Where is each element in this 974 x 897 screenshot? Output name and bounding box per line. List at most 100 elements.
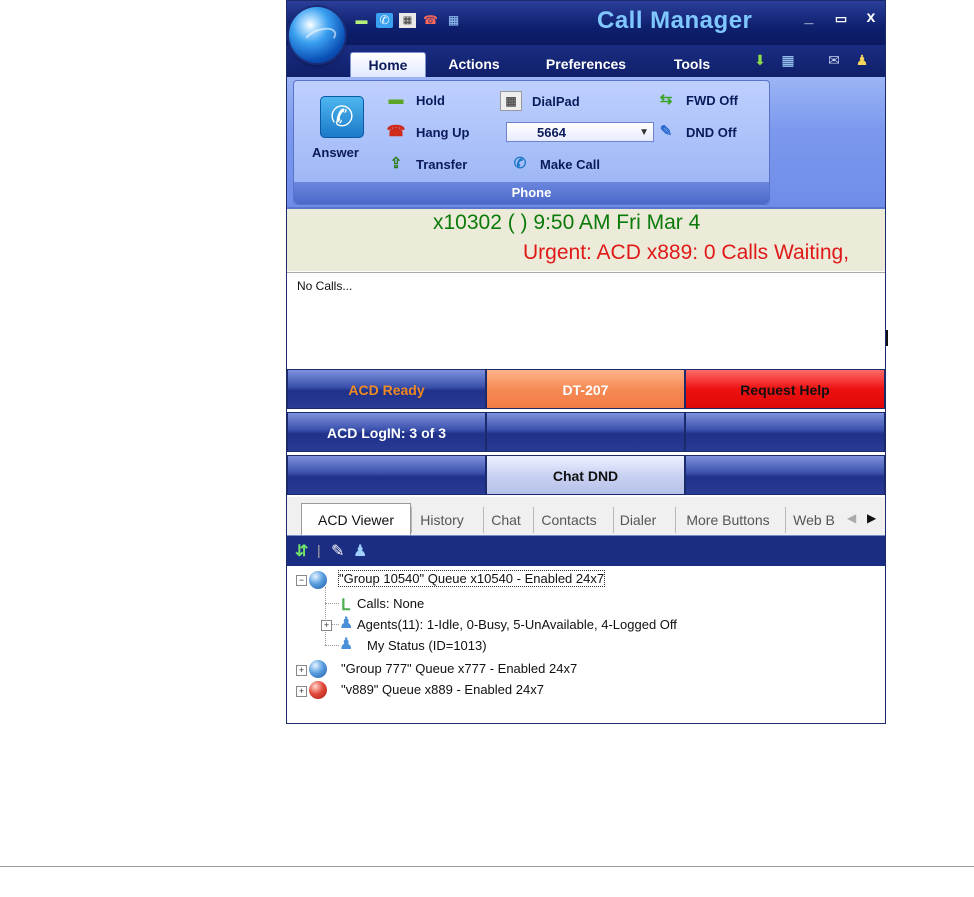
toolbar-separator: | bbox=[317, 542, 321, 558]
hold-label: Hold bbox=[416, 92, 445, 108]
window-title: Call Manager bbox=[597, 7, 753, 34]
expand-icon[interactable]: + bbox=[321, 620, 332, 631]
bottom-tabs: ACD Viewer History Chat Contacts Dialer … bbox=[287, 497, 885, 536]
hangup-icon: ☎ bbox=[386, 123, 406, 140]
number-combo[interactable]: 5664 ▼ bbox=[506, 122, 654, 142]
acd-tree: − "Group 10540" Queue x10540 - Enabled 2… bbox=[287, 567, 885, 723]
tab-tools[interactable]: Tools bbox=[667, 52, 717, 77]
window-edge-mark bbox=[886, 330, 888, 346]
acd-ready-button[interactable]: ACD Ready bbox=[287, 369, 486, 409]
download-icon[interactable]: ⬇ bbox=[751, 51, 769, 69]
dnd-label: DND Off bbox=[686, 124, 737, 140]
tree-node-v889[interactable]: "v889" Queue x889 - Enabled 24x7 bbox=[341, 682, 544, 697]
tab-dialer[interactable]: Dialer bbox=[613, 507, 662, 533]
page-bottom-rule bbox=[0, 866, 974, 867]
collapse-icon[interactable]: − bbox=[296, 575, 307, 586]
tree-node-my-status[interactable]: My Status (ID=1013) bbox=[367, 638, 487, 653]
mail-icon[interactable]: ✉ bbox=[825, 51, 843, 69]
tab-history[interactable]: History bbox=[411, 507, 472, 533]
expand-icon[interactable]: + bbox=[296, 665, 307, 676]
tree-node-agents[interactable]: Agents(11): 1-Idle, 0-Busy, 5-UnAvailabl… bbox=[357, 617, 677, 632]
hang-up-button[interactable]: ☎ Hang Up bbox=[386, 123, 470, 141]
hold-icon: ▬ bbox=[388, 91, 404, 108]
tree-node-calls[interactable]: Calls: None bbox=[357, 596, 424, 611]
user-icon[interactable]: ♟ bbox=[853, 51, 871, 69]
hangup-icon[interactable]: ☎ bbox=[422, 13, 439, 28]
answer-icon[interactable]: ✆ bbox=[376, 13, 393, 28]
call-manager-window: ▬ ✆ ▦ ☎ ▦ Call Manager _ ▭ x Home Action… bbox=[286, 0, 886, 724]
tree-connector bbox=[325, 587, 326, 645]
status-strip: x10302 ( ) 9:50 AM Fri Mar 4 Urgent: ACD… bbox=[287, 209, 885, 271]
queue-blue-icon bbox=[309, 571, 327, 589]
tab-web-b[interactable]: Web B bbox=[785, 507, 842, 533]
app-orb-button[interactable] bbox=[289, 7, 345, 63]
empty-button-2-3[interactable] bbox=[685, 412, 885, 452]
calls-list[interactable]: No Calls... bbox=[287, 272, 885, 369]
maximize-button[interactable]: ▭ bbox=[831, 11, 851, 27]
answer-icon[interactable]: ✆ bbox=[320, 96, 364, 138]
queue-red-icon bbox=[309, 681, 327, 699]
expand-icon[interactable]: ⇵ bbox=[295, 541, 308, 561]
answer-button[interactable]: Answer bbox=[312, 145, 359, 160]
request-help-button[interactable]: Request Help bbox=[685, 369, 885, 409]
scroll-right-icon[interactable]: ▶ bbox=[867, 511, 876, 525]
dnd-button[interactable]: ✎ DND Off bbox=[656, 123, 737, 141]
quick-access-toolbar: ▬ ✆ ▦ ☎ ▦ bbox=[349, 13, 462, 28]
transfer-button[interactable]: ⇪ Transfer bbox=[386, 155, 468, 173]
dialpad-button[interactable]: ▦ DialPad bbox=[500, 91, 580, 111]
dnd-icon: ✎ bbox=[659, 123, 673, 140]
tab-contacts[interactable]: Contacts bbox=[533, 507, 604, 533]
extension-time-status: x10302 ( ) 9:50 AM Fri Mar 4 bbox=[433, 211, 701, 234]
chat-dnd-button[interactable]: Chat DND bbox=[486, 455, 685, 495]
expand-icon[interactable]: + bbox=[296, 686, 307, 697]
agents-icon[interactable]: ♟ bbox=[353, 541, 367, 561]
settings-icon[interactable]: ✎ bbox=[331, 541, 344, 561]
tab-chat[interactable]: Chat bbox=[483, 507, 528, 533]
transfer-label: Transfer bbox=[416, 156, 468, 172]
tab-actions[interactable]: Actions bbox=[439, 52, 509, 77]
calls-empty-text: No Calls... bbox=[297, 279, 353, 293]
acd-login-button[interactable]: ACD LogIN: 3 of 3 bbox=[287, 412, 486, 452]
hang-up-label: Hang Up bbox=[416, 124, 470, 140]
fwd-label: FWD Off bbox=[686, 92, 738, 108]
dialpad-icon[interactable]: ▦ bbox=[399, 13, 416, 28]
empty-button-3-1[interactable] bbox=[287, 455, 486, 495]
tree-connector bbox=[325, 645, 339, 646]
dialpad-label: DialPad bbox=[532, 93, 580, 109]
tab-preferences[interactable]: Preferences bbox=[531, 52, 641, 77]
hold-icon[interactable]: ▬ bbox=[353, 13, 370, 28]
tree-node-group-10540[interactable]: "Group 10540" Queue x10540 - Enabled 24x… bbox=[337, 570, 606, 587]
transfer-icon: ⇪ bbox=[389, 155, 403, 172]
title-bar: ▬ ✆ ▦ ☎ ▦ Call Manager _ ▭ x bbox=[287, 1, 885, 45]
agents-icon: ♟ bbox=[339, 615, 354, 632]
tree-node-group-777[interactable]: "Group 777" Queue x777 - Enabled 24x7 bbox=[341, 661, 577, 676]
hold-button[interactable]: ▬ Hold bbox=[386, 91, 445, 109]
scroll-left-icon[interactable]: ◀ bbox=[847, 511, 856, 525]
make-call-label: Make Call bbox=[540, 156, 600, 172]
dt-207-button[interactable]: DT-207 bbox=[486, 369, 685, 409]
tab-more-buttons[interactable]: More Buttons bbox=[675, 507, 780, 533]
make-call-icon: ✆ bbox=[513, 155, 527, 172]
make-call-button[interactable]: ✆ Make Call bbox=[510, 155, 600, 173]
phone-group-label: Phone bbox=[294, 182, 769, 204]
forward-icon: ⇆ bbox=[659, 91, 673, 108]
urgent-alert: Urgent: ACD x889: 0 Calls Waiting, bbox=[523, 241, 850, 264]
calls-phone-icon: ᒪ bbox=[341, 597, 350, 614]
close-button[interactable]: x bbox=[861, 9, 881, 27]
empty-button-2-2[interactable] bbox=[486, 412, 685, 452]
minimize-button[interactable]: _ bbox=[799, 9, 819, 27]
phone-group: ✆ Answer ▬ Hold ☎ Hang Up ⇪ Transfer ▦ D… bbox=[293, 80, 770, 205]
button-grid: ACD Ready DT-207 Request Help ACD LogIN:… bbox=[287, 369, 885, 495]
tree-connector bbox=[325, 603, 339, 604]
fwd-button[interactable]: ⇆ FWD Off bbox=[656, 91, 738, 109]
tab-acd-viewer[interactable]: ACD Viewer bbox=[301, 503, 411, 535]
tab-home[interactable]: Home bbox=[350, 52, 426, 78]
grid-icon[interactable]: ▦ bbox=[445, 13, 462, 28]
dialpad-icon: ▦ bbox=[500, 91, 522, 111]
chevron-down-icon[interactable]: ▼ bbox=[639, 123, 649, 143]
viewer-toolbar: ⇵ | ✎ ♟ bbox=[287, 536, 885, 566]
ribbon: ✆ Answer ▬ Hold ☎ Hang Up ⇪ Transfer ▦ D… bbox=[287, 77, 885, 209]
grid-icon[interactable]: ▦ bbox=[779, 51, 797, 69]
my-status-icon: ♟ bbox=[339, 636, 354, 653]
empty-button-3-3[interactable] bbox=[685, 455, 885, 495]
